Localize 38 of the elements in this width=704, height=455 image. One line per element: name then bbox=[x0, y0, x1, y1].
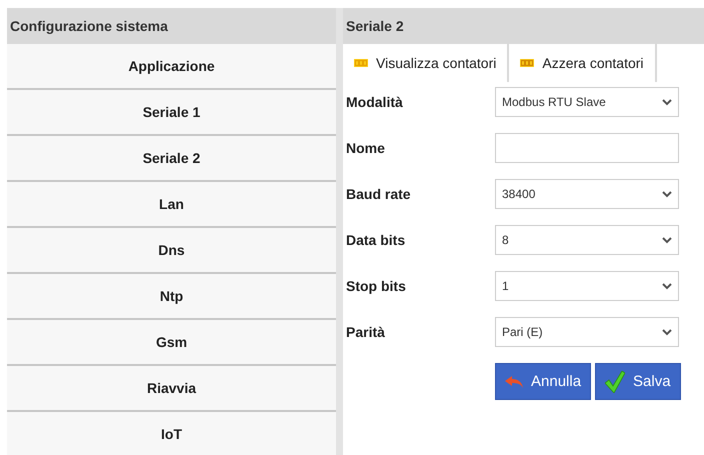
counter-icon bbox=[354, 59, 368, 67]
select-field[interactable]: 8 bbox=[495, 225, 679, 255]
check-icon bbox=[605, 370, 626, 392]
field-label: Baud rate bbox=[346, 186, 412, 202]
sidebar-title: Configurazione sistema bbox=[7, 8, 336, 44]
counter-icon bbox=[520, 59, 534, 67]
back-arrow-icon bbox=[505, 376, 523, 388]
field-label: Data bits bbox=[346, 232, 406, 248]
chevron-down-icon bbox=[662, 282, 672, 290]
sidebar-item[interactable]: Seriale 2 bbox=[7, 136, 336, 182]
chevron-down-icon bbox=[662, 98, 672, 106]
sidebar-item[interactable]: Ntp bbox=[7, 274, 336, 320]
select-field[interactable]: Pari (E) bbox=[495, 317, 679, 347]
select-field[interactable]: 38400 bbox=[495, 179, 679, 209]
field-label: Parità bbox=[346, 324, 386, 340]
chevron-down-icon bbox=[662, 236, 672, 244]
sidebar-item[interactable]: Applicazione bbox=[7, 44, 336, 90]
cancel-button[interactable]: Annulla bbox=[495, 363, 592, 400]
toolbar-label: Visualizza contatori bbox=[376, 55, 496, 71]
field-label: Nome bbox=[346, 140, 386, 156]
select-field[interactable]: 1 bbox=[495, 271, 679, 301]
input-field[interactable] bbox=[495, 133, 679, 163]
sidebar-item[interactable]: Seriale 1 bbox=[7, 90, 336, 136]
sidebar-item[interactable]: Lan bbox=[7, 182, 336, 228]
chevron-down-icon bbox=[662, 190, 672, 198]
chevron-down-icon bbox=[662, 328, 672, 336]
save-button[interactable]: Salva bbox=[595, 363, 681, 400]
field-label: Stop bits bbox=[346, 278, 407, 294]
toolbar-button[interactable]: Visualizza contatori bbox=[343, 44, 510, 82]
sidebar-item[interactable]: Gsm bbox=[7, 320, 336, 366]
field-label: Modalità bbox=[346, 94, 404, 110]
panel-title: Seriale 2 bbox=[343, 8, 704, 44]
toolbar-label: Azzera contatori bbox=[542, 55, 644, 71]
select-field[interactable]: Modbus RTU Slave bbox=[495, 87, 679, 117]
toolbar-button[interactable]: Azzera contatori bbox=[509, 44, 657, 82]
sidebar-item[interactable]: Riavvia bbox=[7, 366, 336, 412]
sidebar-item[interactable]: Dns bbox=[7, 228, 336, 274]
sidebar-item[interactable]: IoT bbox=[7, 412, 336, 455]
